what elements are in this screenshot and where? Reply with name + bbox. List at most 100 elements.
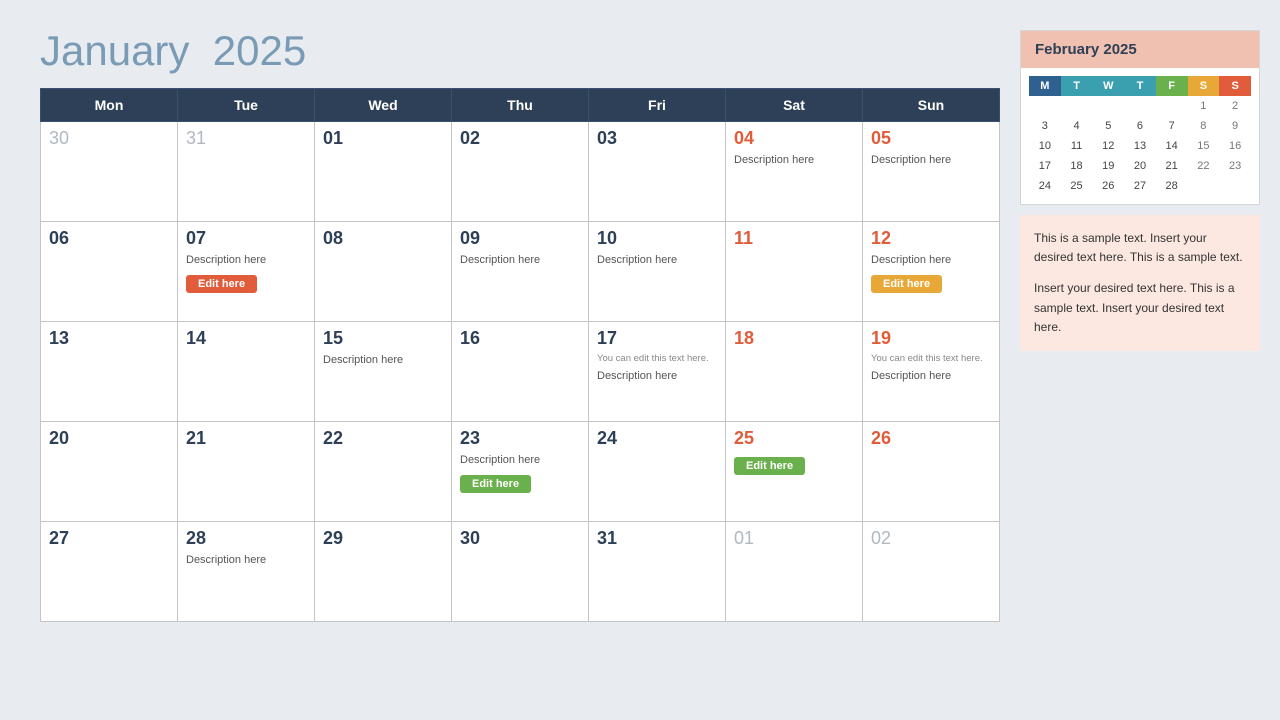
day-number: 30 <box>460 528 580 549</box>
day-number: 18 <box>734 328 854 349</box>
mini-cal-cell: 23 <box>1219 156 1251 176</box>
calendar-cell: 01 <box>315 122 452 222</box>
day-number: 22 <box>323 428 443 449</box>
main-calendar: January 2025 MonTueWedThuFriSatSun 30310… <box>40 30 1000 700</box>
edit-button[interactable]: Edit here <box>734 457 805 475</box>
edit-button[interactable]: Edit here <box>460 475 531 493</box>
calendar-cell: 19You can edit this text here.Descriptio… <box>863 322 1000 422</box>
calendar-cell: 31 <box>178 122 315 222</box>
calendar-cell: 28Description here <box>178 522 315 622</box>
mini-cal-cell: 14 <box>1156 136 1188 156</box>
small-note: You can edit this text here. <box>871 353 991 365</box>
day-number: 31 <box>186 128 306 149</box>
mini-cal-cell: 17 <box>1029 156 1061 176</box>
mini-weekday-m-0: M <box>1029 76 1061 96</box>
mini-cal-cell: 24 <box>1029 176 1061 196</box>
day-number: 11 <box>734 228 854 249</box>
mini-cal-cell: 19 <box>1092 156 1124 176</box>
day-number: 28 <box>186 528 306 549</box>
mini-cal-cell: 28 <box>1156 176 1188 196</box>
sidebar-text-2: Insert your desired text here. This is a… <box>1034 279 1246 337</box>
calendar-cell: 02 <box>863 522 1000 622</box>
calendar-cell: 12Description hereEdit here <box>863 222 1000 322</box>
mini-weekday-s-6: S <box>1219 76 1251 96</box>
day-description: Description here <box>597 369 717 383</box>
weekday-header-fri: Fri <box>589 89 726 122</box>
mini-weekday-t-3: T <box>1124 76 1156 96</box>
day-description: Description here <box>460 453 580 467</box>
mini-cal-cell: 10 <box>1029 136 1061 156</box>
calendar-cell: 03 <box>589 122 726 222</box>
day-number: 20 <box>49 428 169 449</box>
mini-cal-cell: 3 <box>1029 116 1061 136</box>
day-number: 01 <box>734 528 854 549</box>
calendar-cell: 24 <box>589 422 726 522</box>
mini-cal-title: February 2025 <box>1021 31 1259 68</box>
calendar-cell: 18 <box>726 322 863 422</box>
day-number: 13 <box>49 328 169 349</box>
mini-cal-cell: 9 <box>1219 116 1251 136</box>
day-number: 27 <box>49 528 169 549</box>
day-description: Description here <box>734 153 854 167</box>
small-note: You can edit this text here. <box>597 353 717 365</box>
calendar-cell: 21 <box>178 422 315 522</box>
day-number: 30 <box>49 128 169 149</box>
calendar-cell: 20 <box>41 422 178 522</box>
calendar-cell: 25 Edit here <box>726 422 863 522</box>
day-number: 25 <box>734 428 854 449</box>
calendar-cell: 10Description here <box>589 222 726 322</box>
calendar-cell: 31 <box>589 522 726 622</box>
calendar-cell: 13 <box>41 322 178 422</box>
mini-cal-cell: 25 <box>1061 176 1093 196</box>
calendar-cell: 27 <box>41 522 178 622</box>
calendar-cell: 04Description here <box>726 122 863 222</box>
mini-cal-cell: 15 <box>1188 136 1220 156</box>
calendar-cell: 17You can edit this text here.Descriptio… <box>589 322 726 422</box>
mini-cal-cell: 26 <box>1092 176 1124 196</box>
day-number: 24 <box>597 428 717 449</box>
day-description: Description here <box>871 153 991 167</box>
mini-weekday-s-5: S <box>1188 76 1220 96</box>
day-number: 05 <box>871 128 991 149</box>
calendar-cell: 11 <box>726 222 863 322</box>
mini-calendar-box: February 2025 MTWTFSS1234567891011121314… <box>1020 30 1260 205</box>
mini-cal-cell: 22 <box>1188 156 1220 176</box>
day-number: 08 <box>323 228 443 249</box>
mini-cal-cell <box>1029 96 1061 116</box>
mini-cal-cell <box>1092 96 1124 116</box>
day-number: 02 <box>871 528 991 549</box>
weekday-header-sat: Sat <box>726 89 863 122</box>
calendar-cell: 08 <box>315 222 452 322</box>
calendar-cell: 23Description hereEdit here <box>452 422 589 522</box>
edit-button[interactable]: Edit here <box>871 275 942 293</box>
calendar-cell: 05 Description here <box>863 122 1000 222</box>
edit-button[interactable]: Edit here <box>186 275 257 293</box>
calendar-cell: 30 <box>452 522 589 622</box>
year-label: 2025 <box>213 27 306 74</box>
mini-cal-cell: 18 <box>1061 156 1093 176</box>
mini-cal-cell: 1 <box>1188 96 1220 116</box>
day-number: 29 <box>323 528 443 549</box>
mini-weekday-t-1: T <box>1061 76 1093 96</box>
mini-cal-cell: 2 <box>1219 96 1251 116</box>
day-number: 21 <box>186 428 306 449</box>
weekday-header-sun: Sun <box>863 89 1000 122</box>
calendar-cell: 29 <box>315 522 452 622</box>
day-number: 09 <box>460 228 580 249</box>
main-title: January 2025 <box>40 30 1000 72</box>
mini-cal-cell: 4 <box>1061 116 1093 136</box>
day-number: 15 <box>323 328 443 349</box>
calendar-cell: 09Description here <box>452 222 589 322</box>
weekday-header-mon: Mon <box>41 89 178 122</box>
day-number: 01 <box>323 128 443 149</box>
calendar-cell: 14 <box>178 322 315 422</box>
day-number: 26 <box>871 428 991 449</box>
calendar-cell: 06 <box>41 222 178 322</box>
mini-cal-cell: 27 <box>1124 176 1156 196</box>
mini-cal-cell: 16 <box>1219 136 1251 156</box>
mini-cal-cell: 11 <box>1061 136 1093 156</box>
mini-cal-cell: 8 <box>1188 116 1220 136</box>
day-description: Description here <box>871 369 991 383</box>
sidebar-text-block: This is a sample text. Insert your desir… <box>1020 215 1260 351</box>
calendar-cell: 01 <box>726 522 863 622</box>
